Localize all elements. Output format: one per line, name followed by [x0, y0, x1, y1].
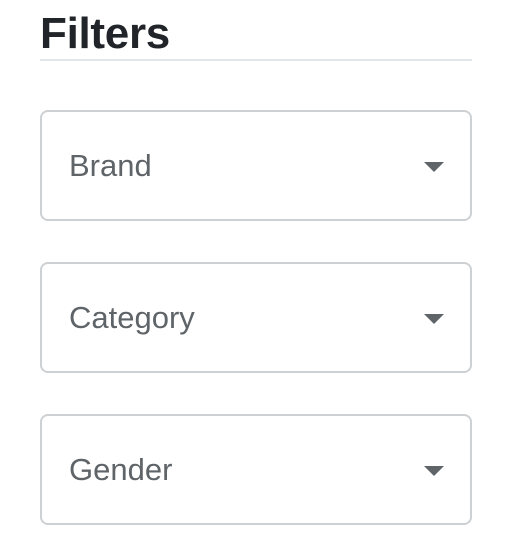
title-divider	[40, 59, 472, 61]
filters-title: Filters	[40, 9, 170, 58]
brand-dropdown[interactable]: Brand	[40, 110, 472, 221]
chevron-down-icon	[424, 161, 444, 172]
gender-dropdown-label: Gender	[69, 451, 173, 487]
filter-list: Brand Category Gender	[40, 110, 472, 525]
filters-panel: Filters Brand Category Gender	[40, 0, 472, 525]
category-dropdown[interactable]: Category	[40, 262, 472, 373]
brand-dropdown-label: Brand	[69, 147, 152, 183]
chevron-down-icon	[424, 465, 444, 476]
gender-dropdown[interactable]: Gender	[40, 414, 472, 525]
category-dropdown-label: Category	[69, 299, 195, 335]
chevron-down-icon	[424, 313, 444, 324]
